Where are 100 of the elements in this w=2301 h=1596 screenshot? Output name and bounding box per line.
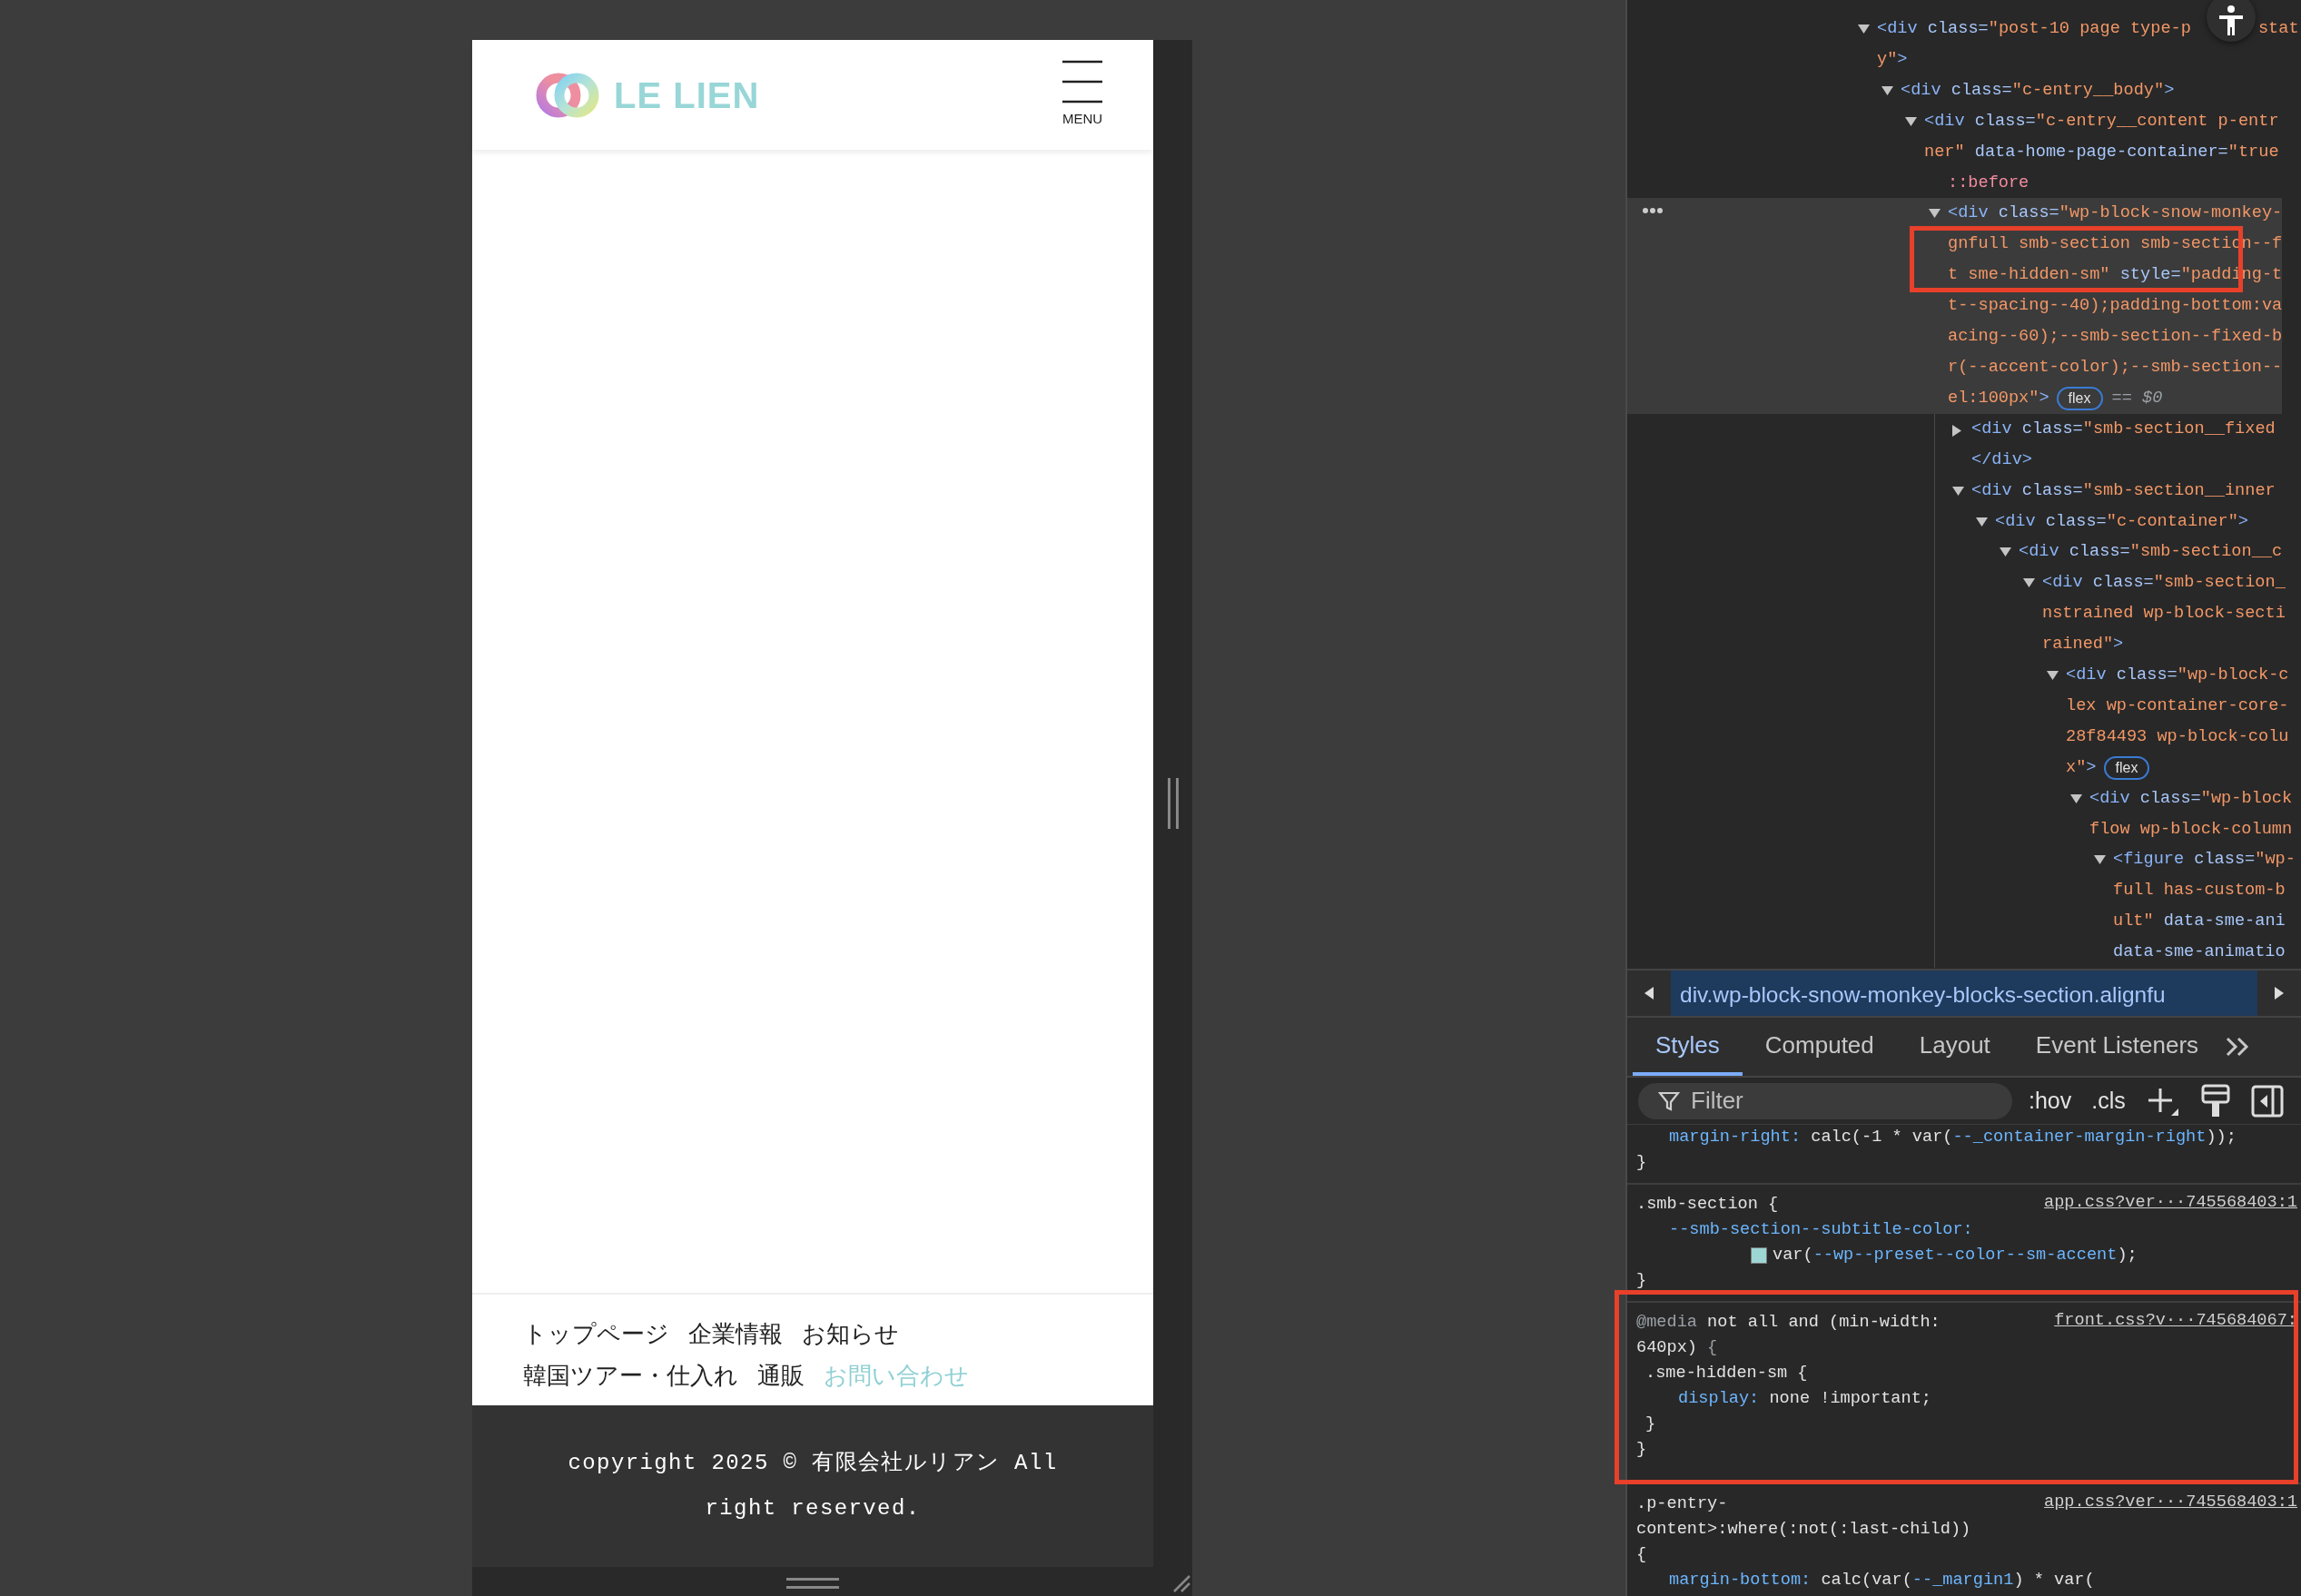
css-declaration: margin-bottom: calc(var(--_margin1) * var(: [1669, 1570, 2095, 1591]
breadcrumb-item[interactable]: div.wp-block-snow-monkey-blocks-section.alignfu: [1671, 970, 2257, 1016]
filter-icon: [1658, 1089, 1680, 1112]
code-text: lex wp-container-core-: [2066, 695, 2289, 717]
dom-node-row[interactable]: <div class="smb-section_ nstrained wp-block-secti rained">: [2023, 567, 2286, 661]
source-link[interactable]: front.css?v···745684067:: [2054, 1308, 2297, 1334]
dom-node-row[interactable]: <div class="smb-section__inner: [1952, 475, 2276, 507]
right-arrow-icon: [2275, 987, 2284, 1000]
nav-link[interactable]: 韓国ツアー・仕入れ: [523, 1356, 738, 1394]
expand-arrow-icon[interactable]: [2047, 671, 2059, 681]
nav-link[interactable]: トップページ: [523, 1315, 669, 1353]
code-text: data-sme-animatio: [2113, 941, 2286, 964]
code-text: t--spacing--40);padding-bottom:va: [1948, 295, 2283, 318]
expand-arrow-icon[interactable]: [1881, 85, 1893, 95]
dom-node-row[interactable]: <div class="c-entry__body">: [1881, 74, 2175, 106]
sidebar-toggle-icon: [2250, 1084, 2284, 1118]
copyright-text: copyright 2025 © 有限会社ルリアン All right reserved.: [567, 1450, 1059, 1522]
dom-node-row[interactable]: <div class="c-entry__content p-entr ner" data-home-page-container="true: [1905, 105, 2279, 168]
resize-handle[interactable]: [1167, 778, 1179, 829]
expand-arrow-icon[interactable]: [1858, 25, 1870, 34]
more-options-icon[interactable]: [1643, 207, 1663, 215]
dom-node-row[interactable]: <div class="wp-block flow wp-block-column: [2070, 783, 2293, 845]
code-text: <div class="smb-section_: [2042, 572, 2286, 595]
menu-button[interactable]: MENU: [1062, 60, 1103, 130]
dom-node-row[interactable]: <div class="smb-section__c: [2000, 537, 2283, 568]
source-link[interactable]: app.css?ver···745568403:1: [2044, 1490, 2297, 1515]
code-text: stat: [2257, 18, 2299, 40]
toolbar-toggle[interactable]: :hov: [2025, 1083, 2076, 1118]
dom-node-row[interactable]: <div class="c-container">: [1976, 506, 2248, 537]
source-link[interactable]: app.css?ver···745568403:1: [2044, 1190, 2297, 1216]
code-text: <figure class="wp-: [2113, 849, 2296, 872]
paint-roller-icon: [2199, 1083, 2231, 1118]
toolbar-toggle[interactable]: .cls: [2088, 1083, 2129, 1118]
panel-tab[interactable]: Computed: [1742, 1018, 1897, 1076]
accessibility-icon: [2218, 5, 2244, 36]
code-text: nstrained wp-block-secti: [2042, 603, 2286, 626]
closing-brace: }: [1645, 1414, 1656, 1435]
css-declaration: display: none !important;: [1678, 1388, 1931, 1410]
media-query-text: @media not all and (min-width:: [1636, 1312, 1941, 1334]
code-text: y">: [1877, 48, 1908, 71]
code-text: <div class="c-container">: [1995, 510, 2248, 533]
expand-arrow-icon[interactable]: [2023, 578, 2035, 588]
flex-badge[interactable]: flex: [2103, 755, 2150, 780]
code-text: ner" data-home-page-container="true: [1924, 141, 2279, 163]
nav-link[interactable]: 通販: [757, 1356, 805, 1394]
dom-node-row[interactable]: ::before: [1929, 167, 2029, 199]
expand-arrow-icon[interactable]: [2070, 793, 2082, 803]
dom-node-row[interactable]: <div class="post-10 page type-p stat y">: [1858, 14, 2299, 75]
filter-field[interactable]: Filter: [1638, 1082, 2012, 1119]
flex-badge[interactable]: flex: [2056, 386, 2103, 410]
code-text: rained">: [2042, 634, 2124, 656]
code-text: ::before: [1948, 172, 2029, 194]
code-text: 28f84493 wp-block-colu: [2066, 725, 2289, 748]
code-text: <div class="post-10 page type-p: [1877, 18, 2191, 40]
css-declaration: margin-right: calc(-1 * var(--_container-margin-right));: [1669, 1127, 2237, 1148]
expand-arrow-icon[interactable]: [1929, 209, 1941, 219]
expand-arrow-icon[interactable]: [1905, 116, 1917, 126]
expand-arrow-icon[interactable]: [1952, 424, 1961, 437]
media-query-text: 640px) {: [1636, 1337, 1718, 1359]
css-selector: {: [1636, 1544, 1647, 1566]
dom-node-row[interactable]: <div class="wp-block-c lex wp-container-core- 28f84493 wp-block-colu x"> flex: [2047, 660, 2289, 783]
code-text: full has-custom-b: [2113, 880, 2286, 902]
code-text: ult" data-sme-ani: [2113, 911, 2286, 933]
closing-brace: }: [1636, 1270, 1647, 1292]
expand-arrow-icon[interactable]: [2094, 855, 2106, 865]
code-text: x">: [2066, 756, 2097, 779]
code-text: <div class="smb-section__inner: [1971, 479, 2276, 502]
expand-arrow-icon[interactable]: [1952, 486, 1964, 496]
css-selector: .p-entry-: [1636, 1493, 1728, 1515]
dom-node-row[interactable]: <div class="smb-section__fixed </div>: [1952, 413, 2276, 476]
panel-tab[interactable]: Styles: [1633, 1018, 1743, 1076]
nav-link[interactable]: 企業情報: [688, 1315, 783, 1353]
code-text: <div class="wp-block-c: [2066, 665, 2289, 687]
site-logo-text: LE LIEN: [614, 74, 760, 117]
dom-node-row[interactable]: <figure class="wp- full has-custom-b ult" data-sme-ani data-sme-animatio: [2094, 844, 2296, 969]
code-text: <div class="c-entry__content p-entr: [1924, 110, 2279, 133]
code-text: acing--60);--smb-section--fixed-b: [1948, 326, 2283, 349]
resize-handle[interactable]: [786, 1578, 839, 1589]
css-selector: .smb-section {: [1636, 1194, 1779, 1216]
closing-brace: }: [1636, 1152, 1647, 1174]
code-text: <div class="wp-block: [2089, 787, 2293, 810]
expand-arrow-icon[interactable]: [1976, 517, 1988, 527]
code-text: r(--accent-color);--smb-section--: [1948, 356, 2283, 379]
expand-arrow-icon[interactable]: [2000, 547, 2011, 557]
code-text: <div class="c-entry__body">: [1901, 79, 2175, 102]
css-declaration: --smb-section--subtitle-color:: [1669, 1219, 1973, 1241]
code-text: el:100px">: [1948, 387, 2049, 409]
menu-icon: [1062, 60, 1103, 104]
panel-tab[interactable]: Event Listeners: [2012, 1018, 2222, 1076]
code-text: </div>: [1971, 448, 2032, 471]
scroll-left-button[interactable]: [1627, 970, 1671, 1016]
closing-brace: }: [1636, 1439, 1647, 1461]
panel-tab[interactable]: Layout: [1896, 1018, 2013, 1076]
scroll-right-button[interactable]: [2257, 970, 2301, 1016]
color-swatch[interactable]: [1751, 1247, 1767, 1264]
code-text: <div class="wp-block-snow-monkey-: [1948, 202, 2283, 225]
code-text: <div class="smb-section__fixed: [1971, 418, 2276, 440]
css-selector: content>:where(:not(:last-child)): [1636, 1519, 1971, 1541]
code-text: flow wp-block-column: [2089, 818, 2293, 841]
nav-link[interactable]: お知らせ: [802, 1315, 899, 1353]
